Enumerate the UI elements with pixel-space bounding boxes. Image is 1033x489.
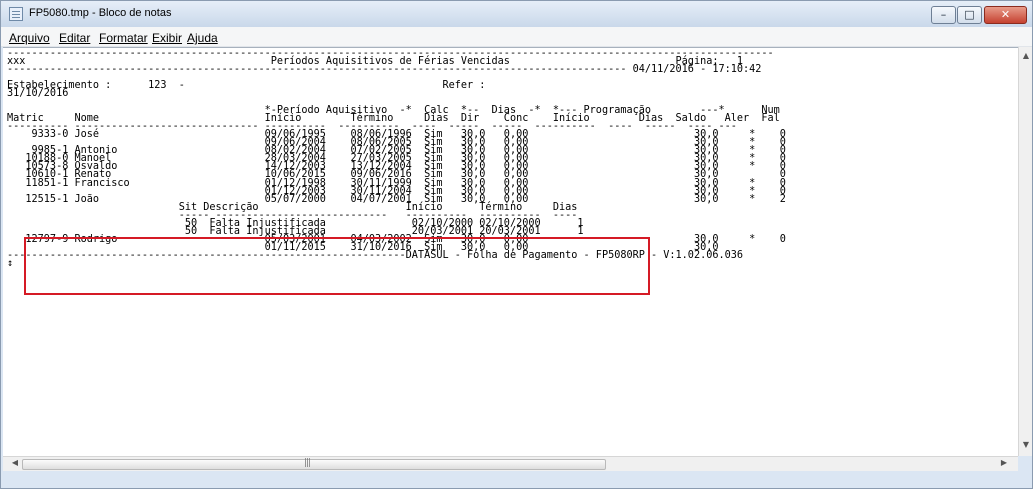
- notepad-icon: [9, 7, 23, 21]
- report-line: Estabelecimento : 123 - Refer :: [7, 80, 486, 92]
- highlight-box: [24, 237, 650, 295]
- vertical-scrollbar[interactable]: ▲ ▼: [1018, 47, 1032, 456]
- title-bar[interactable]: FP5080.tmp - Bloco de notas – □ ✕: [1, 1, 1032, 27]
- menu-editar[interactable]: Editar: [59, 31, 90, 45]
- menu-formatar[interactable]: Formatar: [99, 31, 148, 45]
- horizontal-scrollbar[interactable]: ◀ ||| ▶: [3, 456, 1018, 471]
- close-button[interactable]: ✕: [984, 6, 1027, 24]
- maximize-button[interactable]: □: [957, 6, 982, 24]
- scroll-right-arrow-icon[interactable]: ▶: [998, 458, 1010, 470]
- scroll-grip-icon: |||: [304, 458, 311, 468]
- report-text: ----------------------------------------…: [7, 48, 786, 269]
- scroll-down-arrow-icon[interactable]: ▼: [1020, 440, 1032, 452]
- menu-ajuda[interactable]: Ajuda: [187, 31, 218, 45]
- window-title: FP5080.tmp - Bloco de notas: [29, 7, 172, 19]
- text-editor-area[interactable]: ----------------------------------------…: [3, 47, 1018, 456]
- minimize-button[interactable]: –: [931, 6, 956, 24]
- menu-arquivo[interactable]: Arquivo: [9, 31, 50, 45]
- status-bar: [1, 471, 1032, 488]
- report-line: ----------------------------------------…: [7, 64, 762, 76]
- horizontal-scroll-thumb[interactable]: |||: [22, 458, 606, 470]
- menu-exibir[interactable]: Exibir: [152, 31, 182, 45]
- report-line: 31/10/2016: [7, 88, 69, 100]
- notepad-window: FP5080.tmp - Bloco de notas – □ ✕ Arquiv…: [0, 0, 1033, 489]
- scroll-left-arrow-icon[interactable]: ◀: [9, 458, 21, 470]
- scroll-up-arrow-icon[interactable]: ▲: [1020, 51, 1032, 63]
- menu-bar: Arquivo Editar Formatar Exibir Ajuda: [1, 27, 1032, 47]
